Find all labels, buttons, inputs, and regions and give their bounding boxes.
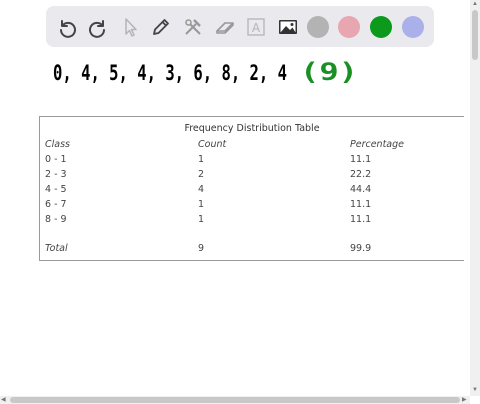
row-class: 4 - 5 — [45, 184, 67, 195]
row-percentage: 22.2 — [350, 169, 372, 180]
handwritten-data-set: 0, 4, 5, 4, 3, 6, 8, 2, 4 (9) — [53, 58, 358, 86]
scroll-right-icon[interactable]: ▶ — [462, 397, 467, 403]
row-class: 6 - 7 — [45, 199, 67, 210]
redo-icon[interactable] — [85, 14, 111, 40]
color-swatch-lavender[interactable] — [402, 16, 424, 38]
total-label: Total — [45, 243, 68, 254]
color-swatch-pink[interactable] — [338, 16, 360, 38]
toolbar: A — [46, 6, 434, 47]
row-count: 4 — [198, 184, 205, 195]
row-percentage: 44.4 — [350, 184, 372, 195]
eraser-icon[interactable] — [212, 14, 238, 40]
vertical-scrollbar[interactable]: ▲ ▼ — [470, 0, 480, 396]
row-percentage: 11.1 — [350, 199, 372, 210]
row-count: 1 — [198, 214, 205, 225]
vertical-scroll-thumb[interactable] — [472, 10, 478, 60]
row-percentage: 11.1 — [350, 214, 372, 225]
drawing-canvas[interactable]: A 0, 4, 5, 4, 3, 6, 8, 2, 4 (9) Frequenc… — [0, 0, 470, 396]
row-class: 0 - 1 — [45, 154, 67, 165]
frequency-distribution-table: Frequency Distribution Table Class Count… — [39, 116, 464, 261]
scroll-down-icon[interactable]: ▼ — [472, 387, 478, 393]
color-swatch-green[interactable] — [370, 16, 392, 38]
total-count: 9 — [198, 243, 205, 254]
svg-text:A: A — [252, 21, 261, 35]
scroll-left-icon[interactable]: ◀ — [1, 397, 6, 403]
select-cursor-icon[interactable] — [117, 14, 143, 40]
horizontal-scroll-thumb[interactable] — [10, 397, 460, 403]
image-icon[interactable] — [275, 14, 301, 40]
horizontal-scrollbar[interactable]: ◀ ▶ — [0, 396, 470, 404]
total-percentage: 99.9 — [350, 243, 372, 254]
color-swatch-gray[interactable] — [307, 16, 329, 38]
scroll-up-icon[interactable]: ▲ — [472, 1, 478, 7]
row-percentage: 11.1 — [350, 154, 372, 165]
text-icon[interactable]: A — [243, 14, 269, 40]
handwritten-count: (9) — [300, 58, 358, 86]
header-class: Class — [45, 139, 70, 150]
table-title: Frequency Distribution Table — [184, 123, 320, 134]
row-class: 8 - 9 — [45, 214, 67, 225]
header-percentage: Percentage — [350, 139, 404, 150]
undo-icon[interactable] — [54, 14, 80, 40]
row-count: 1 — [198, 154, 205, 165]
row-count: 1 — [198, 199, 205, 210]
header-count: Count — [198, 139, 227, 150]
tools-icon[interactable] — [180, 14, 206, 40]
pencil-icon[interactable] — [148, 14, 174, 40]
handwritten-data-values: 0, 4, 5, 4, 3, 6, 8, 2, 4 — [53, 61, 287, 85]
row-class: 2 - 3 — [45, 169, 67, 180]
row-count: 2 — [198, 169, 205, 180]
